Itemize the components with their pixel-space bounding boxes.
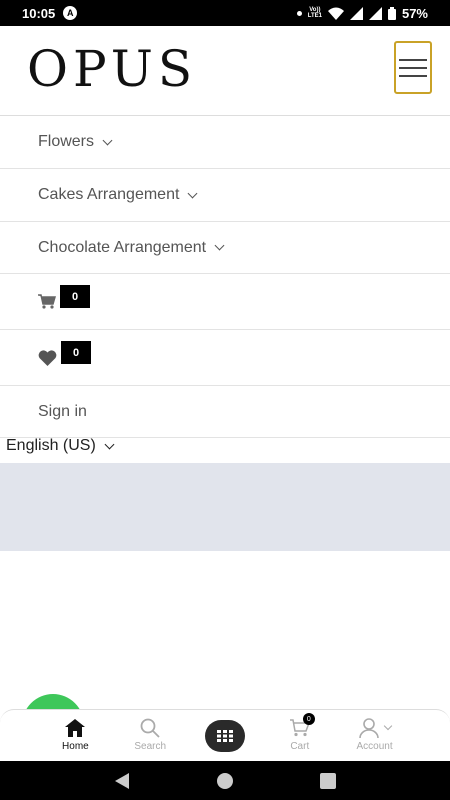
sign-in-link: Sign in (38, 402, 87, 420)
heart-icon (38, 349, 57, 366)
back-icon[interactable] (114, 772, 130, 789)
menu-item-sign-in[interactable]: Sign in (0, 386, 450, 438)
hamburger-line (399, 74, 427, 77)
hamburger-menu-button[interactable] (394, 41, 432, 94)
language-selector[interactable]: English (US) (6, 437, 115, 455)
status-bar: 10:05 A Vo)) LTE1 57% (0, 0, 450, 26)
nav-cart-label: Cart (290, 741, 310, 752)
search-icon (140, 718, 160, 738)
signal-2-icon (368, 6, 382, 20)
hamburger-line (399, 66, 427, 69)
nav-search-label: Search (134, 741, 167, 752)
nav-categories[interactable] (188, 710, 262, 761)
chevron-down-icon (104, 439, 115, 449)
volte-line-2: LTE1 (307, 13, 322, 19)
home-circle-icon[interactable] (216, 772, 233, 789)
hero-banner (0, 463, 450, 551)
site-header: OPUS (0, 26, 450, 116)
menu-item-label: Chocolate Arrangement (38, 238, 207, 256)
notification-dot-icon (296, 10, 302, 16)
language-label: English (US) (6, 437, 96, 454)
chevron-down-icon (102, 135, 113, 145)
hamburger-icon (399, 58, 427, 61)
wifi-icon (327, 7, 344, 20)
menu-item-flowers[interactable]: Flowers (0, 116, 450, 169)
menu-item-cart[interactable]: 0 (0, 274, 450, 330)
nav-home[interactable]: Home (38, 710, 112, 761)
system-navigation-bar (0, 761, 450, 800)
grid-icon (216, 730, 233, 742)
menu-item-cakes[interactable]: Cakes Arrangement (0, 169, 450, 222)
menu-item-label: Cakes Arrangement (38, 186, 180, 203)
nav-cart-badge: 0 (302, 713, 315, 725)
nav-account[interactable]: Account (338, 710, 412, 761)
nav-home-label: Home (62, 741, 89, 752)
signal-icon (349, 6, 363, 20)
home-icon (65, 719, 86, 737)
menu-item-label: Flowers (38, 133, 95, 150)
chevron-down-icon (383, 721, 392, 731)
recents-icon[interactable] (320, 772, 337, 789)
chevron-down-icon (187, 188, 198, 198)
notification-a-icon: A (63, 6, 78, 20)
brand-logo[interactable]: OPUS (27, 40, 197, 98)
battery-icon (387, 6, 396, 20)
battery-percent: 57% (401, 5, 428, 21)
chevron-down-icon (214, 240, 225, 251)
status-time: 10:05 (22, 5, 56, 21)
bottom-navigation: Home Search 0 Cart Account (0, 709, 450, 761)
cart-count-badge: 0 (60, 285, 90, 308)
menu-item-wishlist[interactable]: 0 (0, 330, 450, 386)
user-icon (358, 718, 379, 738)
wishlist-count-badge: 0 (61, 341, 91, 364)
nav-cart[interactable]: 0 Cart (263, 710, 337, 761)
nav-search[interactable]: Search (113, 710, 187, 761)
nav-account-label: Account (356, 741, 393, 752)
status-icons: Vo)) LTE1 57% (296, 5, 428, 21)
volte-icon: Vo)) LTE1 (308, 7, 322, 19)
cart-icon (38, 294, 56, 309)
menu-item-chocolate[interactable]: Chocolate Arrangement (0, 222, 450, 274)
